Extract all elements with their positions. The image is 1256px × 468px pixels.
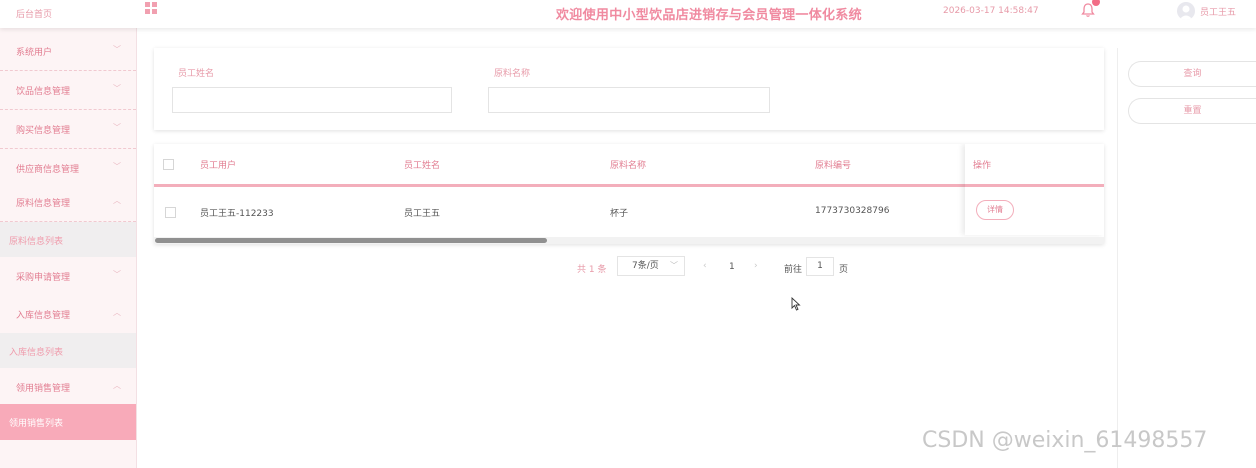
sidebar-item-label: 原料信息管理 — [16, 199, 71, 209]
sidebar-item-label: 饮品信息管理 — [16, 87, 71, 97]
material-name-label: 原料名称 — [494, 69, 531, 79]
prev-page-button[interactable]: ‹ — [703, 261, 707, 281]
operations-column: 操作 详情 — [965, 144, 1104, 235]
mouse-cursor-icon — [791, 297, 801, 311]
table-cell: 杯子 — [610, 209, 629, 219]
sidebar-subitem-stock-in-list[interactable]: 入库信息列表 — [0, 333, 136, 369]
notification-badge — [1092, 0, 1100, 6]
chevron-down-icon: ﹀ — [113, 123, 121, 132]
query-button[interactable]: 查询 — [1128, 61, 1256, 87]
sidebar-item-purchase-info[interactable]: 购买信息管理 ﹀ — [0, 110, 136, 149]
chevron-up-icon: ︿ — [113, 196, 121, 205]
table-header: 员工用户 员工姓名 原料名称 原料编号 — [154, 144, 1104, 187]
table-row: 员工王五-112233 员工王五 杯子 1773730328796 — [154, 187, 1104, 235]
column-header: 原料编号 — [815, 161, 852, 171]
sidebar-item-system-users[interactable]: 系统用户 ﹀ — [0, 32, 136, 71]
horizontal-scrollbar[interactable] — [154, 237, 1104, 244]
column-header: 员工姓名 — [404, 161, 441, 171]
page-number[interactable]: 1 — [729, 262, 735, 282]
table-cell: 员工王五 — [404, 209, 441, 219]
material-name-input[interactable] — [488, 87, 770, 113]
top-bar: 后台首页 欢迎使用中小型饮品店进销存与会员管理一体化系统 2026-03-17 … — [0, 0, 1256, 28]
user-name[interactable]: 员工王五 — [1200, 5, 1236, 18]
system-title: 欢迎使用中小型饮品店进销存与会员管理一体化系统 — [556, 8, 862, 23]
select-all-checkbox[interactable] — [163, 159, 174, 170]
sidebar-item-label: 供应商信息管理 — [16, 165, 80, 175]
column-header: 员工用户 — [200, 161, 237, 171]
column-header: 原料名称 — [610, 161, 647, 171]
goto-label: 前往 — [784, 265, 803, 275]
grid-menu-icon[interactable] — [145, 2, 158, 15]
scrollbar-thumb[interactable] — [155, 238, 547, 243]
row-checkbox[interactable] — [165, 207, 176, 218]
goto-page-input[interactable]: 1 — [806, 257, 834, 276]
sidebar-item-label: 系统用户 — [16, 48, 53, 58]
sidebar-item-label: 入库信息列表 — [9, 348, 64, 358]
sidebar-item-label: 入库信息管理 — [16, 311, 71, 321]
chevron-up-icon: ︿ — [113, 381, 121, 390]
chevron-down-icon: ﹀ — [113, 45, 121, 54]
reset-button[interactable]: 重置 — [1128, 98, 1256, 124]
next-page-button[interactable]: › — [754, 261, 758, 281]
employee-name-input[interactable] — [172, 87, 452, 113]
watermark: CSDN @weixin_61498557 — [922, 428, 1208, 453]
page-label: 页 — [839, 265, 849, 275]
data-table: 员工用户 员工姓名 原料名称 原料编号 员工王五-112233 员工王五 杯子 … — [154, 144, 1104, 244]
home-link[interactable]: 后台首页 — [16, 7, 52, 20]
chevron-down-icon: ﹀ — [113, 162, 121, 171]
sidebar-subitem-material-list[interactable]: 原料信息列表 — [0, 222, 136, 258]
page-size-value: 7条/页 — [632, 261, 659, 271]
divider — [1117, 48, 1118, 468]
sidebar-item-label: 采购申请管理 — [16, 273, 71, 283]
chevron-down-icon: ﹀ — [113, 84, 121, 93]
chevron-up-icon: ︿ — [113, 308, 121, 317]
sidebar-item-purchase-request[interactable]: 采购申请管理 ﹀ — [0, 257, 136, 296]
sidebar-subitem-usage-sales-list[interactable]: 领用销售列表 — [0, 404, 136, 440]
avatar[interactable] — [1177, 2, 1195, 20]
pagination-total: 共 1 条 — [577, 265, 607, 275]
sidebar: 系统用户 ﹀ 饮品信息管理 ﹀ 购买信息管理 ﹀ 供应商信息管理 ﹀ 原料信息管… — [0, 28, 137, 468]
sidebar-item-drink-info[interactable]: 饮品信息管理 ﹀ — [0, 71, 136, 110]
detail-button[interactable]: 详情 — [976, 200, 1014, 220]
current-datetime: 2026-03-17 14:58:47 — [943, 6, 1039, 16]
table-cell: 1773730328796 — [815, 206, 890, 216]
employee-name-label: 员工姓名 — [178, 69, 215, 79]
sidebar-item-label: 原料信息列表 — [9, 237, 64, 247]
sidebar-item-material-info[interactable]: 原料信息管理 ︿ — [0, 183, 136, 222]
sidebar-item-label: 购买信息管理 — [16, 126, 71, 136]
sidebar-item-usage-sales[interactable]: 领用销售管理 ︿ — [0, 368, 136, 407]
chevron-down-icon: ﹀ — [113, 270, 121, 279]
column-header: 操作 — [973, 161, 992, 171]
sidebar-item-stock-in-info[interactable]: 入库信息管理 ︿ — [0, 295, 136, 334]
search-panel: 员工姓名 原料名称 — [154, 48, 1104, 130]
table-cell: 员工王五-112233 — [200, 209, 274, 219]
page-size-select[interactable]: 7条/页 ﹀ — [617, 256, 685, 276]
sidebar-item-label: 领用销售列表 — [9, 419, 64, 429]
chevron-down-icon: ﹀ — [670, 261, 678, 270]
sidebar-item-label: 领用销售管理 — [16, 384, 71, 394]
bell-icon[interactable] — [1080, 0, 1100, 18]
